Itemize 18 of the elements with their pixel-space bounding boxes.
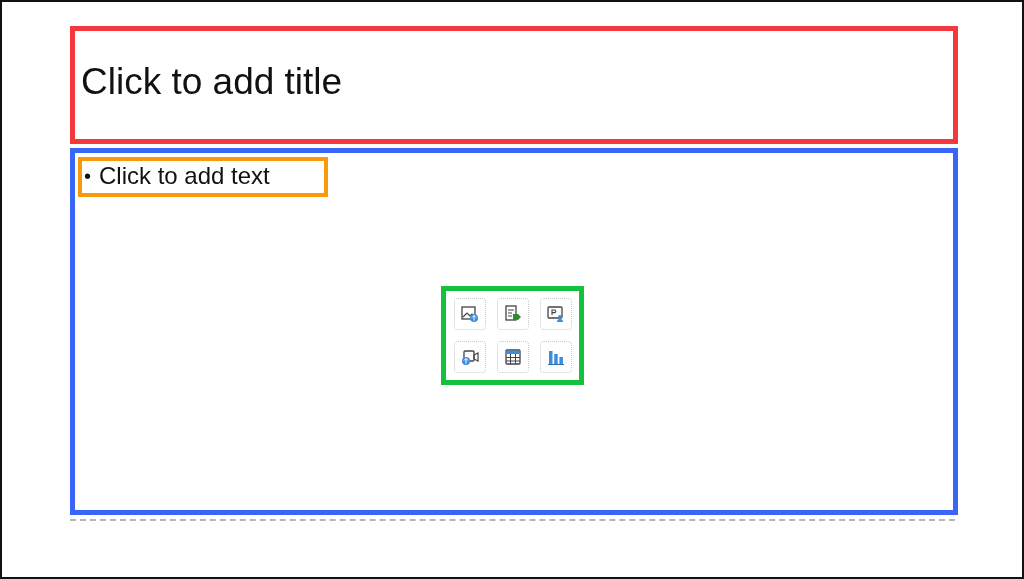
document-icon: [504, 305, 522, 323]
insert-chart-button[interactable]: [540, 341, 572, 373]
content-placeholder[interactable]: • Click to add text: [70, 148, 958, 515]
title-placeholder[interactable]: Click to add title: [70, 26, 958, 144]
presenter-icon: [547, 305, 565, 323]
insert-video-button[interactable]: [454, 341, 486, 373]
body-text: Click to add text: [99, 162, 270, 190]
insert-document-button[interactable]: [497, 298, 529, 330]
insert-picture-button[interactable]: [454, 298, 486, 330]
bullet: •: [84, 164, 91, 188]
insert-presenter-button[interactable]: [540, 298, 572, 330]
text-placeholder[interactable]: • Click to add text: [78, 157, 328, 197]
title-text: Click to add title: [81, 61, 343, 103]
bar-chart-icon: [547, 348, 565, 366]
insert-table-button[interactable]: [497, 341, 529, 373]
video-camera-icon: [461, 348, 479, 366]
table-icon: [504, 348, 522, 366]
picture-icon: [461, 305, 479, 323]
